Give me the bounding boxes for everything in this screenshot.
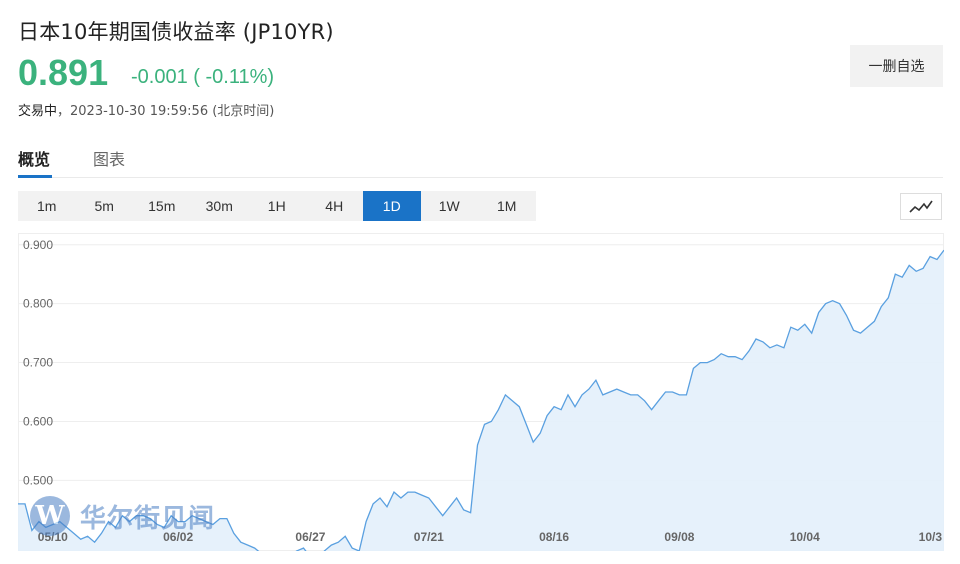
y-tick-label: 0.500 <box>23 473 53 487</box>
trading-status: 交易中，2023-10-30 19:59:56 (北京时间) <box>18 100 274 119</box>
timestamp: ，2023-10-30 19:59:56 (北京时间) <box>57 104 275 119</box>
status-label: 交易中 <box>18 104 58 119</box>
period-1m[interactable]: 1m <box>18 191 76 221</box>
y-tick-label: 0.900 <box>23 238 53 252</box>
active-tab-indicator <box>18 175 52 178</box>
page-title: 日本10年期国债收益率 (JP10YR) <box>18 20 334 44</box>
period-5m[interactable]: 5m <box>76 191 134 221</box>
period-4h[interactable]: 4H <box>306 191 364 221</box>
x-tick-label: 06/27 <box>295 530 325 544</box>
watermark: W 华尔街见闻 <box>30 496 215 536</box>
watermark-logo: W <box>30 496 70 536</box>
y-tick-label: 0.700 <box>23 356 53 370</box>
watermark-text: 华尔街见闻 <box>80 503 216 534</box>
period-1d[interactable]: 1D <box>363 191 421 221</box>
current-price: 0.891 <box>18 52 109 93</box>
price-change: -0.001 ( -0.11%) <box>131 66 275 88</box>
y-tick-label: 0.600 <box>23 414 53 428</box>
period-selector: 1m 5m 15m 30m 1H 4H 1D 1W 1M <box>18 191 536 221</box>
x-tick-label: 09/08 <box>664 530 694 544</box>
x-tick-label: 07/21 <box>414 530 444 544</box>
y-tick-label: 0.800 <box>23 297 53 311</box>
remove-watchlist-button[interactable]: 一删自选 <box>850 45 943 87</box>
line-chart-icon <box>909 200 933 213</box>
x-tick-label: 10/3 <box>919 530 943 544</box>
tab-bar: 概览 图表 <box>18 142 943 178</box>
x-tick-label: 10/04 <box>790 530 820 544</box>
period-1w[interactable]: 1W <box>421 191 479 221</box>
tab-chart[interactable]: 图表 <box>93 146 125 170</box>
x-tick-label: 08/16 <box>539 530 569 544</box>
period-15m[interactable]: 15m <box>133 191 191 221</box>
tab-overview[interactable]: 概览 <box>18 146 50 170</box>
period-1mo[interactable]: 1M <box>478 191 536 221</box>
period-30m[interactable]: 30m <box>191 191 249 221</box>
chart-type-button[interactable] <box>900 193 942 220</box>
period-1h[interactable]: 1H <box>248 191 306 221</box>
